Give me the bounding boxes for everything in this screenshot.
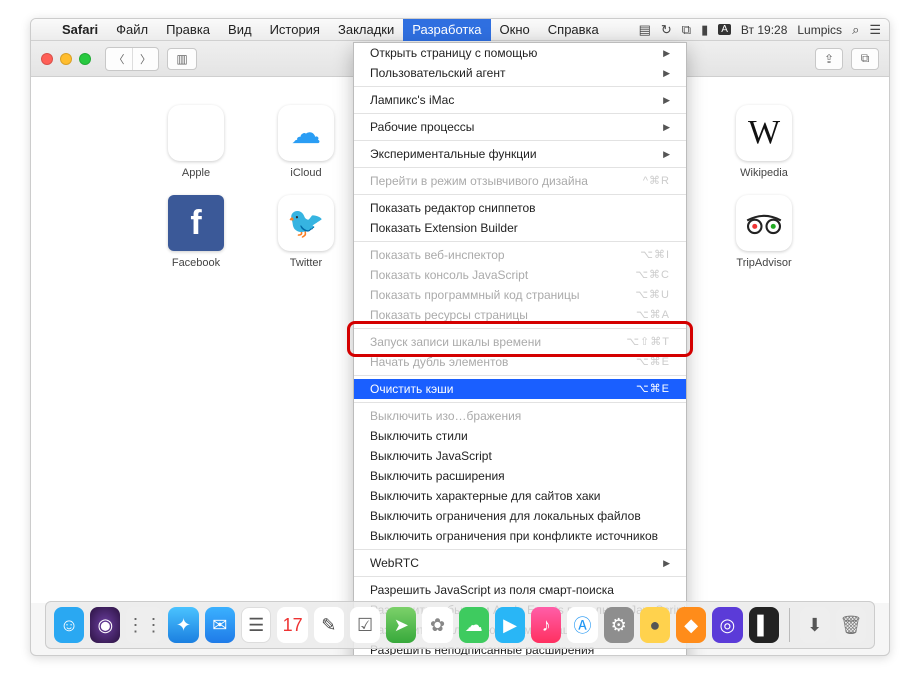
minimize-window-button[interactable]: [60, 53, 72, 65]
tw-icon: 🐦: [278, 195, 334, 251]
menu-item[interactable]: Разрешить JavaScript из поля смарт-поиск…: [354, 580, 686, 600]
menu-item[interactable]: Открыть страницу с помощью: [354, 43, 686, 63]
favorite-cloud[interactable]: ☁ iCloud: [251, 105, 361, 195]
window-controls: [41, 53, 91, 65]
favorite-ta[interactable]: TripAdvisor: [709, 195, 819, 285]
dock-appstore-icon[interactable]: Ⓐ: [567, 607, 597, 643]
dock-settings-icon[interactable]: ⚙: [604, 607, 634, 643]
dock-contacts-icon[interactable]: ☰: [241, 607, 272, 643]
dock-downloads-icon[interactable]: ⬇: [800, 607, 830, 643]
menu-item[interactable]: Выключить расширения: [354, 466, 686, 486]
dock-calendar-icon[interactable]: 17: [277, 607, 307, 643]
back-forward-buttons: 〈 〉: [105, 47, 159, 71]
back-button[interactable]: 〈: [106, 48, 132, 70]
username[interactable]: Lumpics: [797, 23, 842, 37]
fb-icon: f: [168, 195, 224, 251]
dock-facetime-icon[interactable]: ▶: [495, 607, 525, 643]
apple-icon: [168, 105, 224, 161]
window: Safari ФайлПравкаВидИсторияЗакладкиРазра…: [30, 18, 890, 656]
menu-item[interactable]: WebRTC: [354, 553, 686, 573]
menu-item: Запуск записи шкалы времени⌥⇧⌘T: [354, 332, 686, 352]
dock-launchpad-icon[interactable]: ⋮⋮: [126, 607, 162, 643]
dock-trash-icon[interactable]: 🗑: [836, 607, 866, 643]
menu-item: Показать ресурсы страницы⌥⌘A: [354, 305, 686, 325]
menu-item[interactable]: Очистить кэши⌥⌘E: [354, 379, 686, 399]
menu-item[interactable]: Пользовательский агент: [354, 63, 686, 83]
favorite-fb[interactable]: f Facebook: [141, 195, 251, 285]
zoom-window-button[interactable]: [79, 53, 91, 65]
favorite-label: iCloud: [290, 167, 321, 179]
menu-файл[interactable]: Файл: [107, 19, 157, 41]
dock-app3-icon[interactable]: ◎: [712, 607, 742, 643]
battery-icon[interactable]: ▮: [701, 22, 708, 38]
menu-разработка[interactable]: Разработка: [403, 19, 490, 41]
dock-photos-icon[interactable]: ✿: [422, 607, 452, 643]
develop-menu-dropdown: Открыть страницу с помощьюПользовательск…: [353, 42, 687, 656]
disk-icon[interactable]: ▤: [639, 22, 651, 38]
menu-item: Перейти в режим отзывчивого дизайна^⌘R: [354, 171, 686, 191]
menu-история[interactable]: История: [261, 19, 329, 41]
dock-reminders-icon[interactable]: ☑: [350, 607, 380, 643]
share-button[interactable]: ⇪: [815, 48, 843, 70]
favorite-apple[interactable]: Apple: [141, 105, 251, 195]
airplay-icon[interactable]: ⧉: [682, 22, 691, 38]
tabs-button[interactable]: ⧉: [851, 48, 879, 70]
menu-item[interactable]: Лампикс's iMac: [354, 90, 686, 110]
dock-maps-icon[interactable]: ➤: [386, 607, 416, 643]
dock-siri-icon[interactable]: ◉: [90, 607, 120, 643]
menu-item: Показать консоль JavaScript⌥⌘C: [354, 265, 686, 285]
menu-item: Показать веб-инспектор⌥⌘I: [354, 245, 686, 265]
menubar: Safari ФайлПравкаВидИсторияЗакладкиРазра…: [31, 19, 889, 41]
favorite-tw[interactable]: 🐦 Twitter: [251, 195, 361, 285]
dock-mail-icon[interactable]: ✉: [205, 607, 235, 643]
menu-вид[interactable]: Вид: [219, 19, 261, 41]
favorite-label: Twitter: [290, 257, 322, 269]
app-name[interactable]: Safari: [53, 22, 107, 37]
menubar-right: ▤ ↻ ⧉ ▮ А Вт 19:28 Lumpics ⌕ ☰: [639, 22, 889, 38]
ta-icon: [736, 195, 792, 251]
menu-item[interactable]: Показать Extension Builder: [354, 218, 686, 238]
timemachine-icon[interactable]: ↻: [661, 22, 672, 38]
close-window-button[interactable]: [41, 53, 53, 65]
favorite-label: Apple: [182, 167, 210, 179]
cloud-icon: ☁: [278, 105, 334, 161]
notification-center-icon[interactable]: ☰: [869, 22, 881, 38]
dock-finder-icon[interactable]: ☺: [54, 607, 84, 643]
menu-item[interactable]: Выключить стили: [354, 426, 686, 446]
menu-item[interactable]: Выключить характерные для сайтов хаки: [354, 486, 686, 506]
dock-terminal-icon[interactable]: ▌: [749, 607, 779, 643]
favorite-label: Wikipedia: [740, 167, 788, 179]
menu-item[interactable]: Показать редактор сниппетов: [354, 198, 686, 218]
menu-item: Выключить изо…бражения: [354, 406, 686, 426]
sidebar-toggle-button[interactable]: ▥: [167, 48, 197, 70]
favorite-wk[interactable]: W Wikipedia: [709, 105, 819, 195]
menu-правка[interactable]: Правка: [157, 19, 219, 41]
menu-item[interactable]: Экспериментальные функции: [354, 144, 686, 164]
menu-item[interactable]: Выключить ограничения при конфликте исто…: [354, 526, 686, 546]
favorite-label: TripAdvisor: [736, 257, 791, 269]
menu-окно[interactable]: Окно: [491, 19, 539, 41]
dock-messages-icon[interactable]: ☁: [459, 607, 489, 643]
spotlight-icon[interactable]: ⌕: [852, 22, 859, 38]
clock[interactable]: Вт 19:28: [741, 23, 787, 37]
menu-item: Показать программный код страницы⌥⌘U: [354, 285, 686, 305]
dock-app1-icon[interactable]: ●: [640, 607, 670, 643]
favorite-label: Facebook: [172, 257, 220, 269]
forward-button[interactable]: 〉: [132, 48, 158, 70]
dock-music-icon[interactable]: ♪: [531, 607, 561, 643]
wk-icon: W: [736, 105, 792, 161]
dock-app2-icon[interactable]: ◆: [676, 607, 706, 643]
menu-item[interactable]: Выключить JavaScript: [354, 446, 686, 466]
menu-закладки[interactable]: Закладки: [329, 19, 403, 41]
dock-safari-icon[interactable]: ✦: [168, 607, 198, 643]
dock-notes-icon[interactable]: ✎: [314, 607, 344, 643]
menu-справка[interactable]: Справка: [539, 19, 608, 41]
menu-item[interactable]: Выключить ограничения для локальных файл…: [354, 506, 686, 526]
dock: ☺ ◉ ⋮⋮ ✦ ✉ ☰ 17 ✎ ☑ ➤ ✿ ☁ ▶ ♪ Ⓐ ⚙ ● ◆ ◎ …: [45, 601, 875, 649]
menu-item[interactable]: Рабочие процессы: [354, 117, 686, 137]
input-source-icon[interactable]: А: [718, 24, 731, 35]
menu-item: Начать дубль элементов⌥⌘E: [354, 352, 686, 372]
